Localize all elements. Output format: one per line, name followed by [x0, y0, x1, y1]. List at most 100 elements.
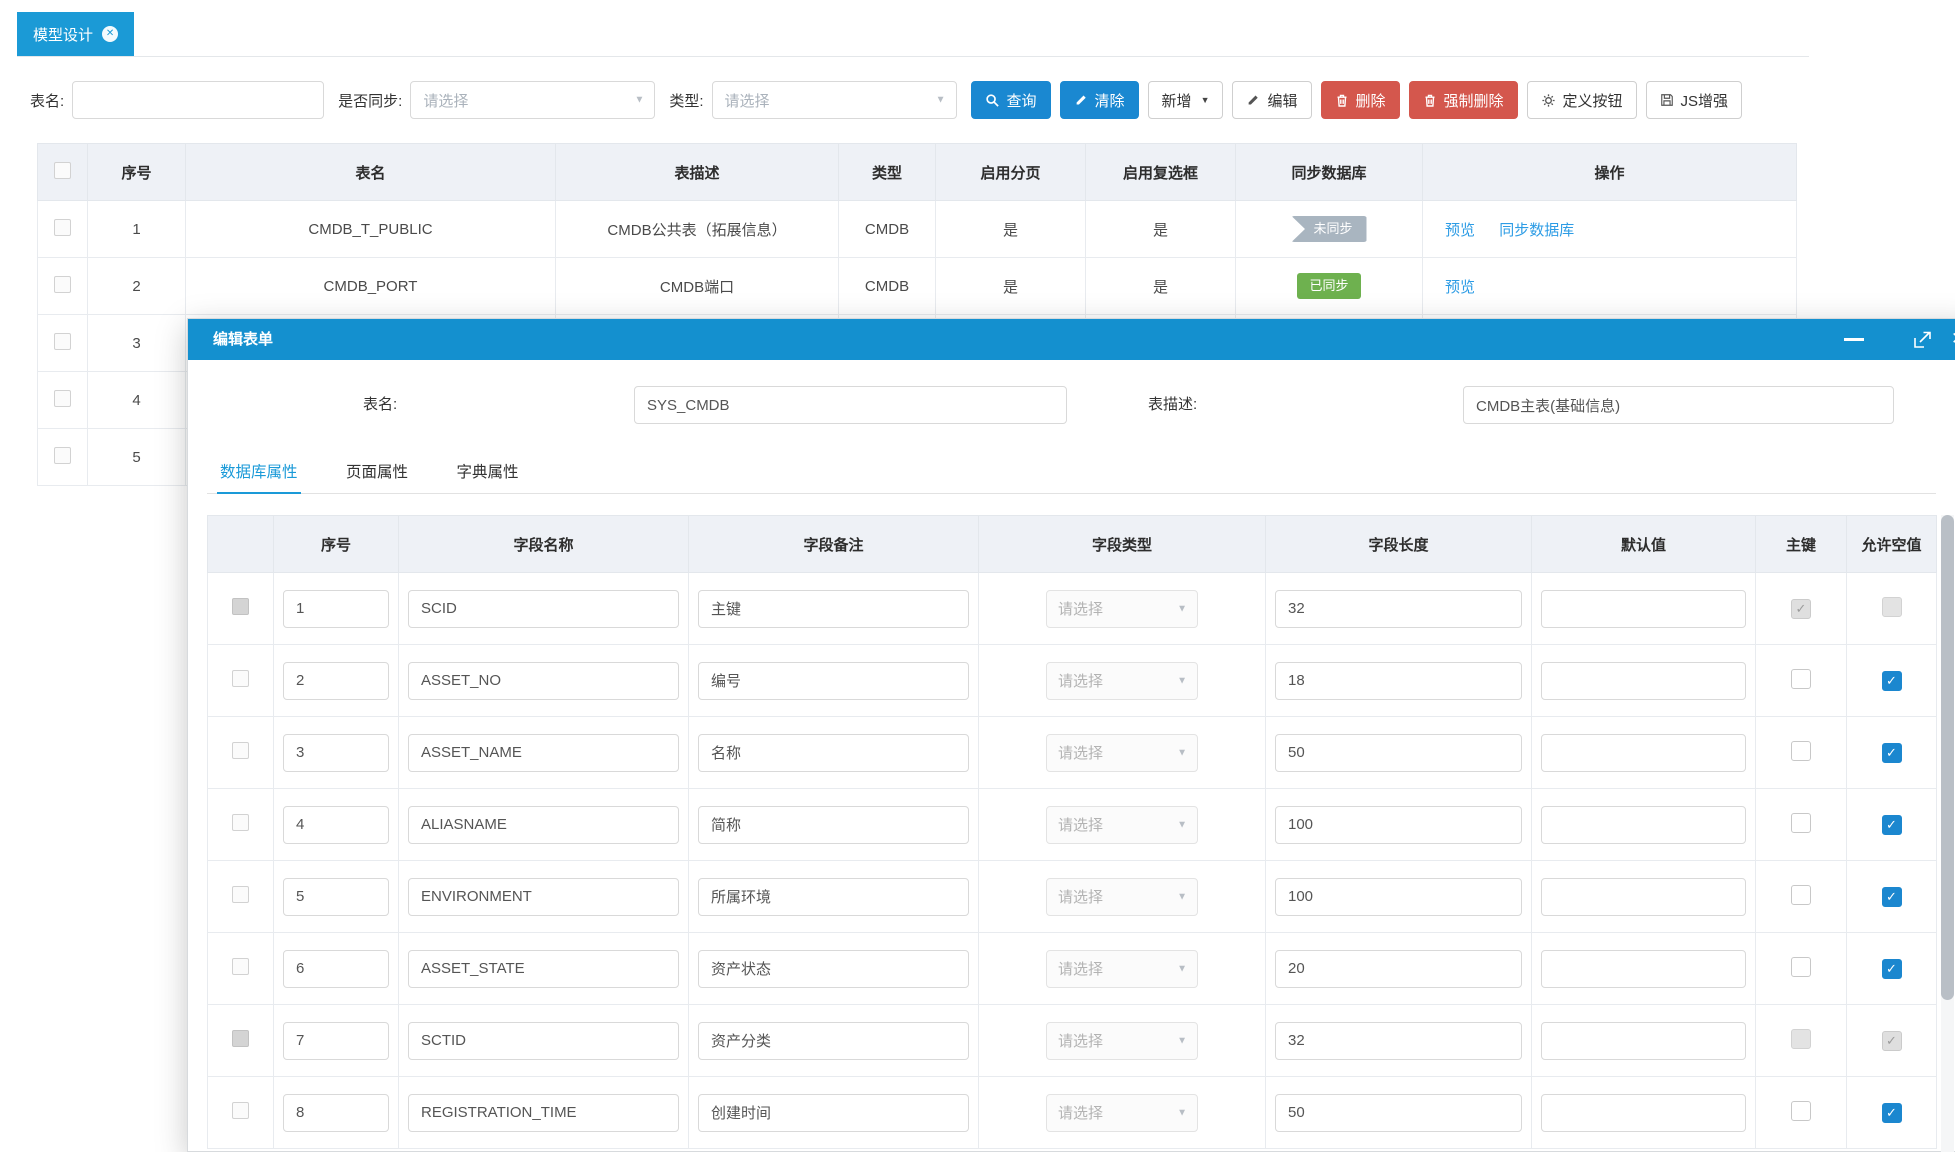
select-all-checkbox[interactable] [54, 162, 71, 179]
row-checkbox[interactable] [232, 598, 249, 615]
edit-button[interactable]: 编辑 [1232, 81, 1311, 119]
field-length-input[interactable] [1275, 590, 1522, 628]
nullable-checkbox[interactable] [1882, 743, 1902, 763]
row-checkbox[interactable] [54, 390, 71, 407]
primary-key-checkbox[interactable] [1791, 669, 1811, 689]
row-checkbox[interactable] [232, 886, 249, 903]
row-checkbox[interactable] [232, 670, 249, 687]
default-value-input[interactable] [1541, 590, 1746, 628]
maximize-icon[interactable] [1913, 330, 1932, 349]
row-checkbox[interactable] [54, 219, 71, 236]
field-type-select[interactable]: 请选择 ▼ [1046, 1022, 1198, 1060]
field-comment-input[interactable] [698, 1022, 969, 1060]
row-checkbox[interactable] [232, 814, 249, 831]
field-seq-input[interactable] [283, 878, 389, 916]
field-length-input[interactable] [1275, 1022, 1522, 1060]
field-type-select[interactable]: 请选择 ▼ [1046, 1094, 1198, 1132]
default-value-input[interactable] [1541, 878, 1746, 916]
field-comment-input[interactable] [698, 1094, 969, 1132]
default-value-input[interactable] [1541, 1022, 1746, 1060]
dialog-table-desc-input[interactable] [1463, 386, 1894, 424]
row-checkbox[interactable] [54, 447, 71, 464]
field-comment-input[interactable] [698, 590, 969, 628]
primary-key-checkbox[interactable] [1791, 1101, 1811, 1121]
field-comment-input[interactable] [698, 950, 969, 988]
nullable-checkbox[interactable] [1882, 959, 1902, 979]
force-delete-button[interactable]: 强制删除 [1409, 81, 1518, 119]
field-type-select[interactable]: 请选择 ▼ [1046, 806, 1198, 844]
field-name-input[interactable] [408, 662, 679, 700]
type-filter-select[interactable]: 请选择 ▼ [712, 81, 957, 119]
field-name-input[interactable] [408, 590, 679, 628]
field-seq-input[interactable] [283, 950, 389, 988]
row-checkbox[interactable] [54, 276, 71, 293]
field-type-select[interactable]: 请选择 ▼ [1046, 590, 1198, 628]
preview-link[interactable]: 预览 [1445, 222, 1475, 239]
field-comment-input[interactable] [698, 734, 969, 772]
close-icon[interactable]: ✕ [1951, 329, 1955, 349]
nullable-checkbox[interactable] [1882, 671, 1902, 691]
default-value-input[interactable] [1541, 734, 1746, 772]
tab-close-icon[interactable]: ✕ [102, 26, 118, 42]
scrollbar-thumb[interactable] [1941, 515, 1954, 1000]
field-type-select[interactable]: 请选择 ▼ [1046, 950, 1198, 988]
field-seq-input[interactable] [283, 1022, 389, 1060]
nullable-checkbox[interactable] [1882, 887, 1902, 907]
primary-key-checkbox[interactable] [1791, 599, 1811, 619]
field-type-select[interactable]: 请选择 ▼ [1046, 878, 1198, 916]
row-checkbox[interactable] [232, 958, 249, 975]
field-comment-input[interactable] [698, 662, 969, 700]
default-value-input[interactable] [1541, 662, 1746, 700]
sync-db-link[interactable]: 同步数据库 [1499, 222, 1574, 239]
tab-dict-props[interactable]: 字典属性 [453, 456, 521, 494]
field-name-input[interactable] [408, 806, 679, 844]
tab-database-props[interactable]: 数据库属性 [217, 456, 301, 494]
field-name-input[interactable] [408, 878, 679, 916]
row-checkbox[interactable] [232, 1030, 249, 1047]
nullable-checkbox[interactable] [1882, 597, 1902, 617]
field-comment-input[interactable] [698, 878, 969, 916]
field-length-input[interactable] [1275, 734, 1522, 772]
delete-button[interactable]: 删除 [1321, 81, 1400, 119]
field-seq-input[interactable] [283, 806, 389, 844]
sync-filter-select[interactable]: 请选择 ▼ [410, 81, 655, 119]
field-comment-input[interactable] [698, 806, 969, 844]
define-button-button[interactable]: 定义按钮 [1527, 81, 1637, 119]
field-length-input[interactable] [1275, 806, 1522, 844]
table-name-input[interactable] [72, 81, 324, 119]
tab-model-design[interactable]: 模型设计 ✕ [17, 12, 134, 56]
add-button[interactable]: 新增 ▼ [1148, 81, 1224, 119]
field-name-input[interactable] [408, 950, 679, 988]
nullable-checkbox[interactable] [1882, 1103, 1902, 1123]
dialog-table-name-input[interactable] [634, 386, 1067, 424]
primary-key-checkbox[interactable] [1791, 885, 1811, 905]
field-length-input[interactable] [1275, 662, 1522, 700]
field-length-input[interactable] [1275, 950, 1522, 988]
field-length-input[interactable] [1275, 1094, 1522, 1132]
primary-key-checkbox[interactable] [1791, 957, 1811, 977]
primary-key-checkbox[interactable] [1791, 813, 1811, 833]
primary-key-checkbox[interactable] [1791, 741, 1811, 761]
field-length-input[interactable] [1275, 878, 1522, 916]
field-type-select[interactable]: 请选择 ▼ [1046, 662, 1198, 700]
primary-key-checkbox[interactable] [1791, 1029, 1811, 1049]
preview-link[interactable]: 预览 [1445, 279, 1475, 296]
js-enhance-button[interactable]: JS增强 [1646, 81, 1743, 119]
clear-button[interactable]: 清除 [1060, 81, 1139, 119]
field-name-input[interactable] [408, 1022, 679, 1060]
default-value-input[interactable] [1541, 806, 1746, 844]
query-button[interactable]: 查询 [971, 81, 1051, 119]
default-value-input[interactable] [1541, 1094, 1746, 1132]
minimize-icon[interactable] [1844, 338, 1864, 341]
tab-page-props[interactable]: 页面属性 [343, 456, 411, 494]
nullable-checkbox[interactable] [1882, 815, 1902, 835]
row-checkbox[interactable] [54, 333, 71, 350]
row-checkbox[interactable] [232, 1102, 249, 1119]
field-seq-input[interactable] [283, 662, 389, 700]
field-seq-input[interactable] [283, 590, 389, 628]
field-seq-input[interactable] [283, 1094, 389, 1132]
field-name-input[interactable] [408, 1094, 679, 1132]
row-checkbox[interactable] [232, 742, 249, 759]
field-type-select[interactable]: 请选择 ▼ [1046, 734, 1198, 772]
default-value-input[interactable] [1541, 950, 1746, 988]
